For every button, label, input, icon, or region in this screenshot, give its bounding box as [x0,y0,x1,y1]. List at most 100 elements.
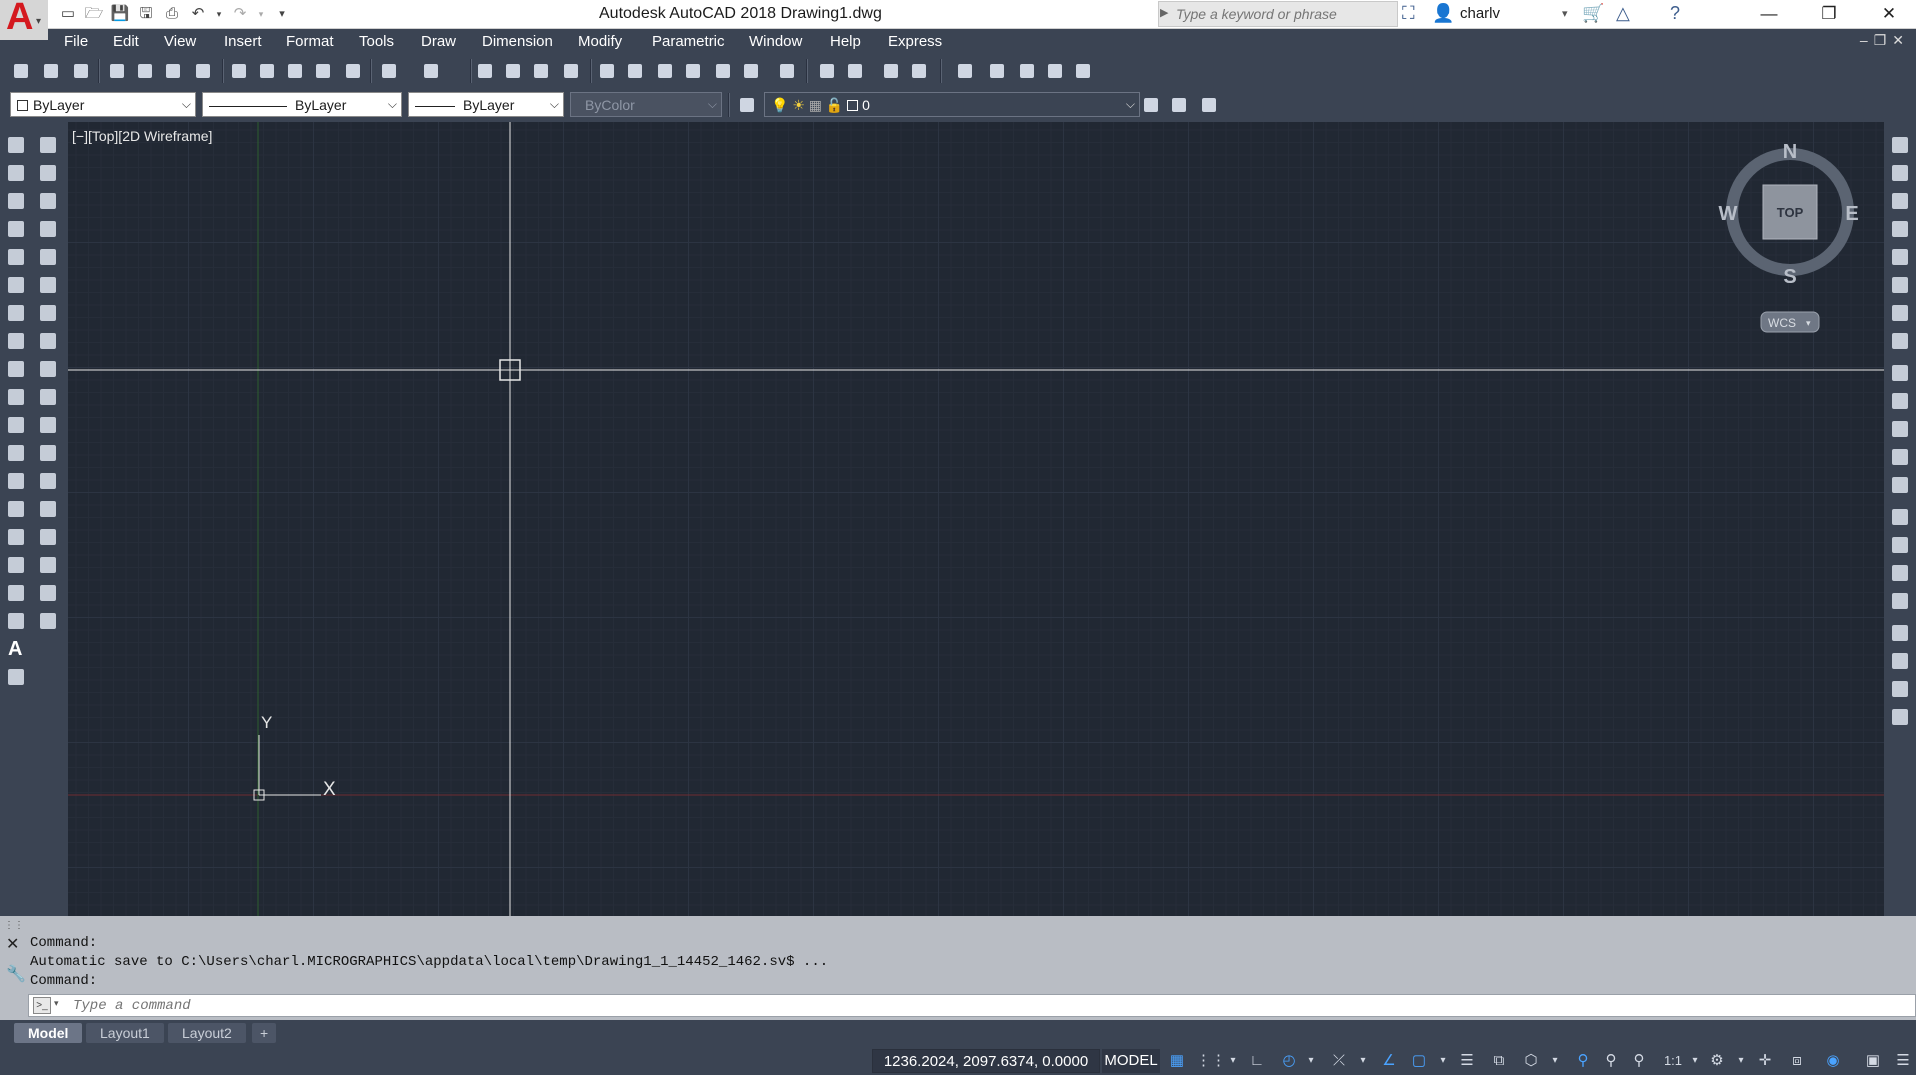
workspace-dim-icon[interactable] [954,60,976,82]
spline-icon[interactable] [5,358,27,380]
customize-wrench-icon[interactable]: 🔧 [6,964,26,984]
sheet-set-icon[interactable] [682,60,704,82]
layer-viewport-freeze-icon[interactable]: ▦ [809,97,822,113]
snap-icon[interactable]: ⋮⋮ [1196,1052,1226,1070]
scale-icon[interactable] [37,330,59,352]
menu-file[interactable]: File [64,33,88,50]
dimension-update-icon[interactable] [1889,678,1911,700]
redo-toolbar-icon[interactable] [420,60,442,82]
construction-line-icon[interactable] [5,162,27,184]
annotation-monitor-icon[interactable]: ✛ [1756,1052,1774,1070]
close-command-line-icon[interactable]: ✕ [6,934,19,954]
coordinate-display[interactable]: 1236.2024, 2097.6374, 0.0000 [872,1049,1100,1073]
save-toolbar-icon[interactable] [70,60,92,82]
search-expand-icon[interactable]: ▶ [1160,6,1168,19]
explode-icon[interactable] [37,610,59,632]
line-icon[interactable] [5,134,27,156]
markup-icon[interactable] [712,60,734,82]
undo-toolbar-icon[interactable] [378,60,400,82]
erase-icon[interactable] [37,134,59,156]
command-input[interactable] [73,997,1573,1015]
undo-icon[interactable]: ↶ [188,4,208,24]
restore-button[interactable]: ❐ [1806,0,1852,29]
linear-dimension-icon[interactable] [1889,134,1911,156]
layer-control[interactable]: 💡 ☀ ▦ 🔓 0 ⌵ [764,92,1140,117]
workspace-switch-icon[interactable] [1016,60,1038,82]
menu-format[interactable]: Format [286,33,334,50]
grid-icon[interactable]: ▦ [1168,1052,1186,1070]
paste-block-icon[interactable] [312,60,334,82]
drawing-canvas[interactable]: [−][Top][2D Wireframe] Y X TOP N S E W W… [68,122,1884,916]
rotate-icon[interactable] [37,302,59,324]
ellipse-icon[interactable] [5,386,27,408]
plot-toolbar-icon[interactable] [106,60,128,82]
dimension-text-edit-icon[interactable] [1889,650,1911,672]
chevron-down-icon[interactable]: ▾ [1686,1052,1704,1070]
region-icon[interactable] [5,582,27,604]
chevron-down-icon[interactable]: ⌵ [550,97,559,112]
customization-menu-icon[interactable]: ☰ [1894,1052,1912,1070]
document-window-controls[interactable]: –❐✕ [1860,32,1910,49]
redo-icon[interactable]: ↷ [230,4,250,24]
circle-icon[interactable] [5,302,27,324]
dimension-style-icon[interactable] [1889,706,1911,728]
help-toolbar-icon[interactable] [776,60,798,82]
fillet-icon[interactable] [37,554,59,576]
menu-draw[interactable]: Draw [421,33,456,50]
zoom-window-icon[interactable] [530,60,552,82]
menu-parametric[interactable]: Parametric [652,33,725,50]
lineweight-icon[interactable]: ☰ [1458,1052,1476,1070]
layer-freeze-icon[interactable]: ☀ [792,97,805,113]
grip-icon[interactable]: ⋮⋮ [4,920,24,931]
zoom-previous-icon[interactable] [560,60,582,82]
color-control[interactable]: ByLayer ⌵ [10,92,196,117]
user-icon[interactable]: 👤 [1432,3,1454,24]
chevron-down-icon[interactable]: ⌵ [182,97,191,112]
jogged-linear-icon[interactable] [1889,590,1911,612]
layer-previous-icon[interactable] [1168,94,1190,116]
dimension-edit-icon[interactable] [1889,622,1911,644]
menu-tools[interactable]: Tools [359,33,394,50]
arc-length-icon[interactable] [1889,190,1911,212]
table-icon[interactable] [5,610,27,632]
continue-icon[interactable] [1889,418,1911,440]
tab-layout1[interactable]: Layout1 [86,1023,164,1043]
match-properties-icon[interactable] [342,60,364,82]
qnew-icon[interactable] [10,60,32,82]
save-icon[interactable]: 💾 [110,4,130,24]
transparency-icon[interactable]: ⧉ [1490,1052,1508,1070]
publish-icon[interactable] [162,60,184,82]
text-style-icon[interactable] [844,60,866,82]
close-button[interactable]: ✕ [1866,0,1912,29]
ellipse-arc-icon[interactable] [5,414,27,436]
properties-icon[interactable] [596,60,618,82]
workspace-fill-icon[interactable] [1072,60,1094,82]
save-as-icon[interactable]: 🖫 [136,4,156,24]
layer-properties-icon[interactable] [736,94,758,116]
user-name[interactable]: charlv [1460,5,1500,22]
dim-style-icon[interactable] [816,60,838,82]
tool-palettes-icon[interactable] [654,60,676,82]
paste-icon[interactable] [284,60,306,82]
chevron-down-icon[interactable]: ▾ [1302,1052,1320,1070]
baseline-icon[interactable] [1889,390,1911,412]
help-icon[interactable]: ? [1670,3,1680,24]
recent-commands-icon[interactable]: >_ [33,997,51,1014]
3d-dwf-icon[interactable] [192,60,214,82]
isolate-objects-icon[interactable]: ◉ [1824,1052,1842,1070]
chevron-down-icon[interactable]: ▾ [1354,1052,1372,1070]
object-snap-tracking-icon[interactable]: ∠ [1380,1052,1398,1070]
arc-icon[interactable] [5,274,27,296]
extend-icon[interactable] [37,414,59,436]
menu-insert[interactable]: Insert [224,33,262,50]
workspace-clean-icon[interactable] [1044,60,1066,82]
inspection-icon[interactable] [1889,562,1911,584]
menu-window[interactable]: Window [749,33,802,50]
blend-curves-icon[interactable] [37,582,59,604]
dimension-space-icon[interactable] [1889,446,1911,468]
cut-icon[interactable] [228,60,250,82]
angular-icon[interactable] [1889,330,1911,352]
menu-edit[interactable]: Edit [113,33,139,50]
workspace-settings-icon[interactable] [986,60,1008,82]
jogged-icon[interactable] [1889,274,1911,296]
